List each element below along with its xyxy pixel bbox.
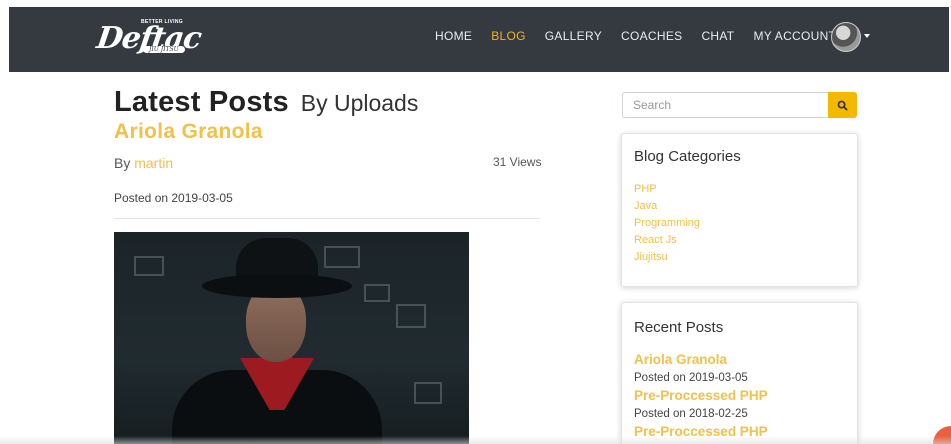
author-link[interactable]: martin xyxy=(134,155,173,171)
recent-posts-title: Recent Posts xyxy=(634,319,724,336)
page-title: Latest Posts By Uploads xyxy=(114,82,418,119)
post-title-link[interactable]: Ariola Granola xyxy=(114,120,263,144)
post-byline: By martin xyxy=(114,155,173,171)
post-views: 31 Views xyxy=(493,155,542,169)
byline-prefix: By xyxy=(114,155,131,171)
recent-post-date: Posted on 2018-02-25 xyxy=(634,408,748,420)
recent-post-date: Posted on 2019-03-05 xyxy=(634,372,748,384)
categories-title: Blog Categories xyxy=(634,148,741,165)
category-php[interactable]: PHP xyxy=(634,181,700,198)
wall-sketch xyxy=(134,256,164,276)
bottom-fade xyxy=(0,436,951,444)
post-featured-image[interactable] xyxy=(114,232,469,444)
navbar: BETTER LIVING Deftac JIU JITSU HOME BLOG… xyxy=(9,7,949,72)
brand-logo[interactable]: BETTER LIVING Deftac JIU JITSU xyxy=(95,17,205,57)
blog-categories-card: Blog Categories PHP Java Programming Rea… xyxy=(621,133,858,287)
nav-gallery[interactable]: GALLERY xyxy=(545,29,602,43)
category-jiujitsu[interactable]: Jiujitsu xyxy=(634,249,700,266)
page-title-strong: Latest Posts xyxy=(114,86,289,118)
wall-sketch xyxy=(364,284,390,302)
category-java[interactable]: Java xyxy=(634,198,700,215)
wall-sketch xyxy=(396,304,426,328)
divider xyxy=(114,218,540,219)
search-icon xyxy=(837,100,848,110)
categories-list: PHP Java Programming React Js Jiujitsu xyxy=(634,181,700,266)
account-avatar[interactable] xyxy=(831,22,861,52)
chevron-down-icon[interactable] xyxy=(864,34,870,38)
recent-post-link[interactable]: Pre-Proccessed PHP xyxy=(634,387,768,405)
category-programming[interactable]: Programming xyxy=(634,215,700,232)
brand-sub: JIU JITSU xyxy=(143,46,185,53)
nav-home[interactable]: HOME xyxy=(435,29,472,43)
recent-posts-list: Ariola Granola Posted on 2019-03-05 Pre-… xyxy=(634,351,768,441)
hat-brim xyxy=(202,274,352,298)
nav-chat[interactable]: CHAT xyxy=(701,29,734,43)
nav-coaches[interactable]: COACHES xyxy=(621,29,682,43)
search-input[interactable] xyxy=(622,92,828,118)
nav-blog[interactable]: BLOG xyxy=(491,29,526,43)
page-title-light: By Uploads xyxy=(300,90,419,116)
category-react-js[interactable]: React Js xyxy=(634,232,700,249)
recent-post-link[interactable]: Ariola Granola xyxy=(634,351,768,369)
search-button[interactable] xyxy=(828,92,857,118)
main-nav: HOME BLOG GALLERY COACHES CHAT MY ACCOUN… xyxy=(435,29,855,43)
nav-my-account[interactable]: MY ACCOUNT xyxy=(753,29,836,43)
wall-sketch xyxy=(324,246,360,268)
post-date: Posted on 2019-03-05 xyxy=(114,191,233,205)
recent-posts-card: Recent Posts Ariola Granola Posted on 20… xyxy=(621,302,858,444)
wall-sketch xyxy=(414,382,442,404)
